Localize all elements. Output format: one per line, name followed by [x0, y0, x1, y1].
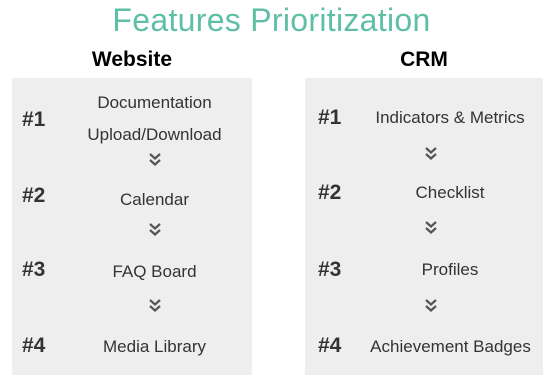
- website-rank-2: #2: [22, 184, 46, 207]
- double-chevron-down-icon: [425, 299, 437, 312]
- crm-rank-2: #2: [318, 181, 342, 204]
- website-column-heading: Website: [91, 48, 173, 71]
- double-chevron-down-icon: [425, 147, 437, 160]
- website-rank-4: #4: [22, 334, 46, 357]
- double-chevron-down-icon: [149, 299, 161, 312]
- crm-rank-4: #4: [318, 334, 342, 357]
- crm-priority-panel: #1 Indicators & Metrics #2 Checklist #3 …: [305, 78, 543, 375]
- double-chevron-down-icon: [149, 223, 161, 236]
- website-item-2-label: Calendar: [120, 190, 189, 209]
- website-item-1-line2: Upload/Download: [87, 125, 222, 144]
- website-item-1-line1: Documentation: [97, 93, 212, 112]
- double-chevron-down-icon: [425, 221, 437, 234]
- website-rank-1: #1: [22, 108, 46, 131]
- website-item-3-label: FAQ Board: [112, 262, 197, 281]
- website-rank-3: #3: [22, 258, 46, 281]
- crm-item-4-label: Achievement Badges: [370, 337, 531, 356]
- website-item-4-label: Media Library: [103, 337, 206, 356]
- page-title: Features Prioritization: [112, 2, 431, 38]
- crm-item-2-label: Checklist: [415, 183, 485, 202]
- crm-rank-1: #1: [318, 106, 342, 129]
- double-chevron-down-icon: [149, 153, 161, 166]
- crm-item-3-label: Profiles: [421, 260, 479, 279]
- crm-item-1-label: Indicators & Metrics: [375, 108, 525, 127]
- crm-column-heading: CRM: [400, 48, 448, 71]
- website-priority-panel: #1 Documentation Upload/Download #2 Cale…: [12, 78, 252, 375]
- crm-rank-3: #3: [318, 258, 342, 281]
